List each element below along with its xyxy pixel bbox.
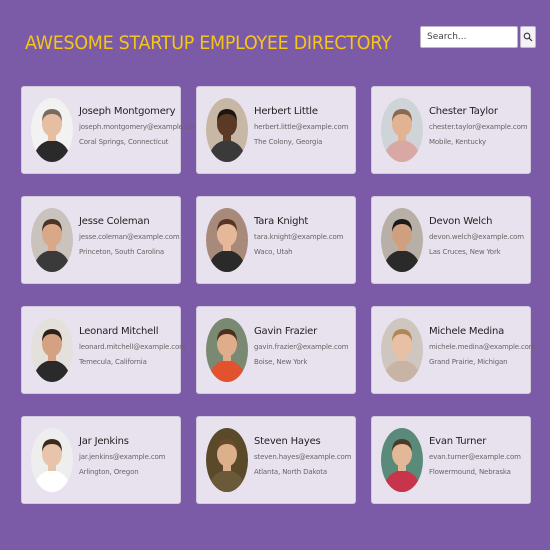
- employee-card[interactable]: Steven Hayes steven.hayes@example.com Atla…: [196, 416, 356, 504]
- employee-card[interactable]: Chester Taylor chester.taylor@example.com…: [371, 86, 531, 174]
- avatar-photo: [381, 208, 423, 272]
- employee-name: Michele Medina: [429, 326, 505, 337]
- employee-name: Tara Knight: [254, 216, 309, 227]
- avatar-photo: [381, 98, 423, 162]
- employee-name: Evan Turner: [429, 436, 487, 447]
- avatar-photo: [381, 428, 423, 492]
- employee-email: devon.welch@example.com: [429, 233, 524, 241]
- employee-email: herbert.little@example.com: [254, 123, 349, 131]
- employee-email: jesse.coleman@example.com: [79, 233, 180, 241]
- employee-info: Steven Hayes steven.hayes@example.com Atla…: [254, 436, 353, 477]
- employee-card[interactable]: Leonard Mitchell leonard.mitchell@example…: [21, 306, 186, 394]
- employee-info: Jesse Coleman jesse.coleman@example.com Pr…: [79, 216, 180, 257]
- employee-info: Leonard Mitchell leonard.mitchell@example…: [79, 326, 186, 367]
- header: AWESOME STARTUP EMPLOYEE DIRECTORY: [25, 22, 536, 54]
- search-form: [420, 26, 536, 48]
- employee-location: Princeton, South Carolina: [79, 248, 165, 256]
- avatar: [381, 208, 423, 272]
- employee-email: joseph.montgomery@example.com: [79, 123, 200, 131]
- avatar: [206, 98, 248, 162]
- employee-info: Chester Taylor chester.taylor@example.com…: [429, 106, 528, 147]
- employee-email: gavin.frazier@example.com: [254, 343, 349, 351]
- employee-email: evan.turner@example.com: [429, 453, 521, 461]
- employee-grid: Joseph Montgomery joseph.montgomery@examp…: [21, 86, 536, 504]
- employee-location: Las Cruces, New York: [429, 248, 501, 256]
- employee-card[interactable]: Devon Welch devon.welch@example.com Las Cr…: [371, 196, 531, 284]
- employee-info: Joseph Montgomery joseph.montgomery@examp…: [79, 106, 200, 147]
- employee-location: Flowermound, Nebraska: [429, 468, 511, 476]
- employee-location: Coral Springs, Connecticut: [79, 138, 169, 146]
- employee-name: Joseph Montgomery: [79, 106, 176, 117]
- employee-name: Jar Jenkins: [79, 436, 129, 447]
- avatar-photo: [206, 318, 248, 382]
- employee-info: Devon Welch devon.welch@example.com Las Cr…: [429, 216, 528, 257]
- avatar-photo: [381, 318, 423, 382]
- employee-location: Atlanta, North Dakota: [254, 468, 328, 476]
- avatar-photo: [206, 208, 248, 272]
- magnifier-icon: [523, 32, 533, 42]
- employee-info: Herbert Little herbert.little@example.com…: [254, 106, 353, 147]
- employee-email: tara.knight@example.com: [254, 233, 344, 241]
- avatar: [31, 428, 73, 492]
- employee-info: Evan Turner evan.turner@example.com Flower…: [429, 436, 528, 477]
- search-button[interactable]: [520, 26, 536, 48]
- avatar: [206, 318, 248, 382]
- avatar: [206, 428, 248, 492]
- employee-location: Waco, Utah: [254, 248, 293, 256]
- avatar-photo: [31, 98, 73, 162]
- employee-location: Arlington, Oregon: [79, 468, 139, 476]
- search-input[interactable]: [420, 26, 518, 48]
- employee-card[interactable]: Evan Turner evan.turner@example.com Flower…: [371, 416, 531, 504]
- employee-location: Grand Prairie, Michigan: [429, 358, 508, 366]
- employee-info: Jar Jenkins jar.jenkins@example.com Arling…: [79, 436, 178, 477]
- page-title: AWESOME STARTUP EMPLOYEE DIRECTORY: [25, 32, 392, 54]
- avatar: [31, 318, 73, 382]
- employee-info: Gavin Frazier gavin.frazier@example.com Bo…: [254, 326, 353, 367]
- employee-card[interactable]: Gavin Frazier gavin.frazier@example.com Bo…: [196, 306, 356, 394]
- employee-info: Michele Medina michele.medina@example.com…: [429, 326, 536, 367]
- employee-card[interactable]: Jar Jenkins jar.jenkins@example.com Arling…: [21, 416, 181, 504]
- avatar: [31, 98, 73, 162]
- avatar-photo: [31, 428, 73, 492]
- avatar-photo: [31, 318, 73, 382]
- employee-email: jar.jenkins@example.com: [79, 453, 166, 461]
- employee-location: Boise, New York: [254, 358, 308, 366]
- avatar: [381, 428, 423, 492]
- employee-info: Tara Knight tara.knight@example.com Waco, …: [254, 216, 353, 257]
- avatar-photo: [206, 428, 248, 492]
- avatar: [206, 208, 248, 272]
- directory-page: AWESOME STARTUP EMPLOYEE DIRECTORY Josep…: [0, 0, 550, 550]
- employee-name: Chester Taylor: [429, 106, 498, 117]
- employee-location: Mobile, Kentucky: [429, 138, 486, 146]
- avatar: [381, 98, 423, 162]
- avatar-photo: [206, 98, 248, 162]
- avatar-photo: [31, 208, 73, 272]
- avatar: [31, 208, 73, 272]
- employee-card[interactable]: Michele Medina michele.medina@example.com…: [371, 306, 536, 394]
- employee-email: michele.medina@example.com: [429, 343, 536, 351]
- employee-location: Temecula, California: [79, 358, 147, 366]
- employee-name: Jesse Coleman: [79, 216, 150, 227]
- employee-location: The Colony, Georgia: [254, 138, 323, 146]
- employee-name: Gavin Frazier: [254, 326, 318, 337]
- employee-card[interactable]: Jesse Coleman jesse.coleman@example.com Pr…: [21, 196, 181, 284]
- employee-card[interactable]: Tara Knight tara.knight@example.com Waco, …: [196, 196, 356, 284]
- employee-email: steven.hayes@example.com: [254, 453, 352, 461]
- employee-name: Steven Hayes: [254, 436, 321, 447]
- employee-card[interactable]: Joseph Montgomery joseph.montgomery@examp…: [21, 86, 200, 174]
- employee-name: Devon Welch: [429, 216, 493, 227]
- employee-email: chester.taylor@example.com: [429, 123, 528, 131]
- employee-name: Herbert Little: [254, 106, 318, 117]
- employee-name: Leonard Mitchell: [79, 326, 159, 337]
- employee-email: leonard.mitchell@example.com: [79, 343, 186, 351]
- avatar: [381, 318, 423, 382]
- employee-card[interactable]: Herbert Little herbert.little@example.com…: [196, 86, 356, 174]
